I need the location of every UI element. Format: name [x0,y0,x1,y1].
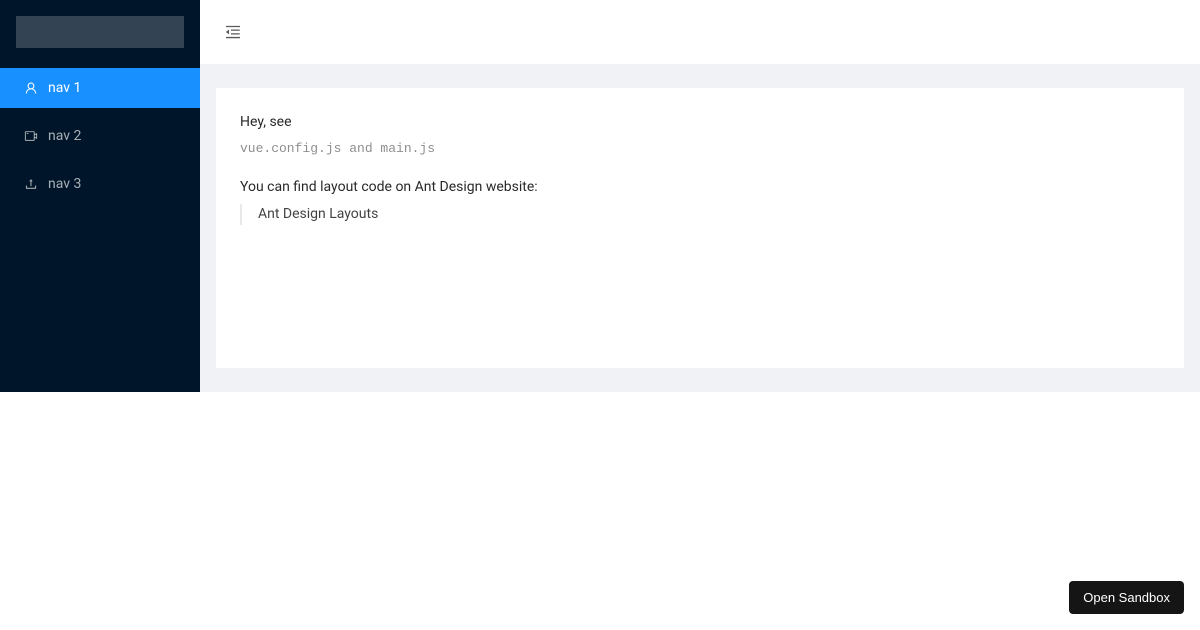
header [200,0,1200,64]
sidebar-item-nav-3[interactable]: nav 3 [0,164,200,204]
layouts-link[interactable]: Ant Design Layouts [258,206,378,222]
content-panel: Hey, see vue.config.js and main.js You c… [216,88,1184,368]
sidebar-menu: nav 1 nav 2 nav 3 [0,64,200,204]
logo-placeholder [16,16,184,48]
video-camera-icon [24,129,38,143]
app-layout: nav 1 nav 2 nav 3 Hey, see vue [0,0,1200,392]
sidebar-item-label: nav 3 [48,164,81,204]
upload-icon [24,177,38,191]
content-text-2: You can find layout code on Ant Design w… [240,177,1160,198]
content-text-1: Hey, see [240,112,1160,133]
content-code: vue.config.js and main.js [240,139,1160,159]
user-icon [24,81,38,95]
blockquote: Ant Design Layouts [240,204,1160,225]
sidebar-item-nav-1[interactable]: nav 1 [0,68,200,108]
sidebar-item-label: nav 2 [48,116,81,156]
main-area: Hey, see vue.config.js and main.js You c… [200,0,1200,392]
sidebar-item-label: nav 1 [48,68,81,108]
sidebar: nav 1 nav 2 nav 3 [0,0,200,392]
menu-fold-icon[interactable] [224,23,242,41]
sidebar-item-nav-2[interactable]: nav 2 [0,116,200,156]
open-sandbox-button[interactable]: Open Sandbox [1069,581,1184,614]
